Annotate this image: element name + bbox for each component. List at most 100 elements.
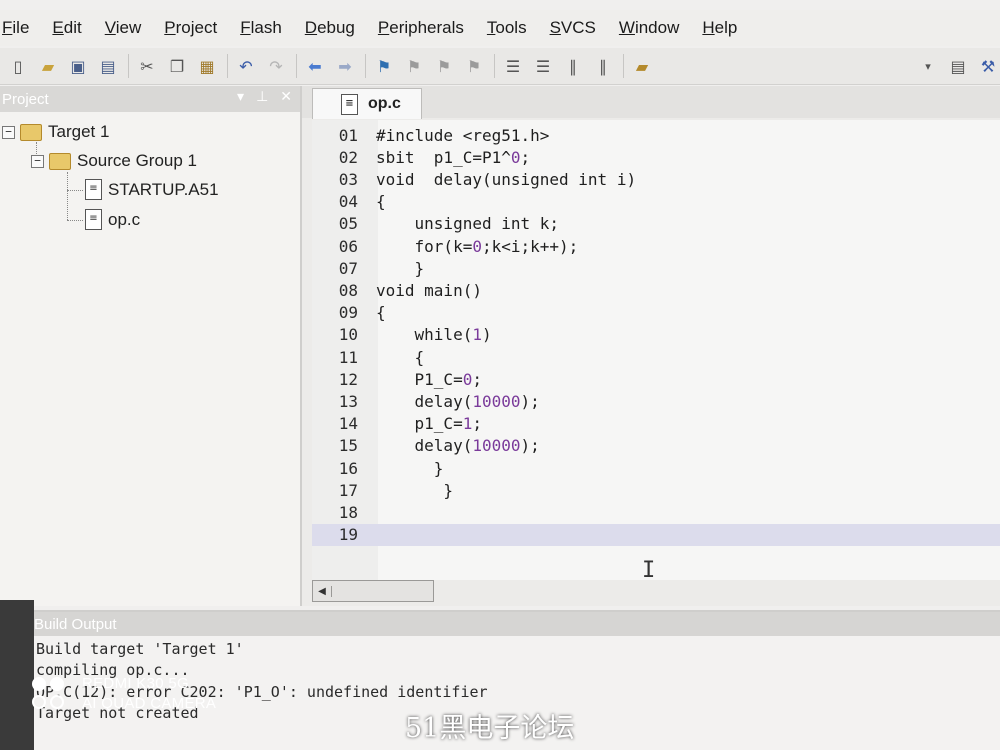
save-all-icon[interactable]: ▤	[96, 55, 120, 77]
line-number: 12	[338, 369, 358, 389]
code-line[interactable]: 02 sbit p1_C=P1^0;	[312, 146, 1000, 168]
bookmark-clear-icon[interactable]: ⚑	[462, 55, 486, 77]
code-text: p1_C=1;	[376, 414, 482, 434]
code-text: }	[376, 480, 454, 500]
code-line[interactable]: 14 p1_C=1;	[312, 413, 1000, 435]
code-editor[interactable]: 01 #include <reg51.h> 02 sbit p1_C=P1^0; 03 v…	[312, 120, 1000, 583]
menu-peripherals[interactable]: Peripherals	[378, 18, 464, 38]
text-cursor-icon: I	[642, 558, 656, 583]
code-text: delay(10000);	[376, 436, 540, 456]
code-text: void main()	[376, 280, 482, 300]
horizontal-scrollbar[interactable]: ◀	[312, 580, 434, 602]
tools-icon[interactable]: ⚒	[976, 55, 1000, 77]
code-line[interactable]: 18	[312, 501, 1000, 523]
comment-icon[interactable]: ∥	[561, 55, 585, 77]
code-line[interactable]: 10 while(1)	[312, 324, 1000, 346]
chevron-down-icon[interactable]: ▾	[237, 89, 244, 105]
line-number: 13	[338, 391, 358, 411]
menu-project[interactable]: Project	[164, 18, 217, 38]
toolbar-separator	[494, 54, 495, 78]
group-folder-icon	[49, 152, 71, 170]
tree-item-label: op.c	[108, 209, 141, 229]
line-number: 16	[338, 458, 358, 478]
code-line[interactable]: 11 {	[312, 346, 1000, 368]
cut-icon[interactable]: ✂	[135, 55, 159, 77]
ide-window: File Edit View Project Flash Debug Perip…	[0, 0, 1000, 750]
file-icon: ≡	[85, 179, 102, 200]
code-line[interactable]: 01 #include <reg51.h>	[312, 124, 1000, 146]
close-icon[interactable]: ✕	[280, 89, 292, 105]
code-line[interactable]: 09 {	[312, 302, 1000, 324]
code-line[interactable]: 08 void main()	[312, 279, 1000, 301]
collapse-icon[interactable]: −	[31, 154, 44, 168]
open-folder-icon[interactable]: ▰	[36, 55, 60, 77]
menu-tools[interactable]: Tools	[487, 18, 527, 38]
unindent-icon[interactable]: ☰	[531, 55, 555, 77]
code-line[interactable]: 12 P1_C=0;	[312, 368, 1000, 390]
tree-item-source-group[interactable]: − Source Group 1	[31, 151, 197, 171]
menu-view[interactable]: View	[105, 18, 142, 38]
tree-item-target[interactable]: − Target 1	[2, 122, 109, 142]
paste-icon[interactable]: ▦	[195, 55, 219, 77]
menu-help[interactable]: Help	[702, 18, 737, 38]
target-folder-icon	[20, 123, 42, 141]
collapse-icon[interactable]: −	[2, 125, 15, 139]
menu-edit[interactable]: Edit	[52, 18, 81, 38]
target-options-icon[interactable]: ▤	[946, 55, 970, 77]
file-icon: ≡	[341, 93, 358, 115]
line-number: 10	[338, 325, 358, 345]
undo-icon[interactable]: ↶	[234, 55, 258, 77]
bookmark-icon[interactable]: ⚑	[372, 55, 396, 77]
code-line[interactable]: 15 delay(10000);	[312, 435, 1000, 457]
menu-debug[interactable]: Debug	[305, 18, 355, 38]
code-text: while(1)	[376, 325, 492, 345]
tree-item-startup-file[interactable]: ≡ STARTUP.A51	[85, 179, 219, 200]
line-number: 11	[338, 347, 358, 367]
code-line[interactable]: 06 for(k=0;k<i;k++);	[312, 235, 1000, 257]
code-line[interactable]: 07 }	[312, 257, 1000, 279]
menu-file[interactable]: File	[2, 18, 29, 38]
scroll-left-icon[interactable]: ◀	[313, 585, 332, 597]
menu-svcs[interactable]: SVCS	[550, 18, 596, 38]
bookmark-next-icon[interactable]: ⚑	[432, 55, 456, 77]
menu-window[interactable]: Window	[619, 18, 679, 38]
line-number: 08	[338, 280, 358, 300]
line-number: 01	[338, 125, 358, 145]
code-text: delay(10000);	[376, 391, 540, 411]
menu-bar: File Edit View Project Flash Debug Perip…	[0, 10, 1000, 46]
build-output-line: Build target 'Target 1'	[36, 640, 244, 658]
tab-op-c[interactable]: ≡ op.c	[312, 88, 422, 119]
menu-flash[interactable]: Flash	[240, 18, 282, 38]
line-number: 06	[338, 236, 358, 256]
code-line[interactable]: 17 }	[312, 479, 1000, 501]
code-line[interactable]: 05 unsigned int k;	[312, 213, 1000, 235]
toolbar-separator	[227, 54, 228, 78]
editor-area: ≡ op.c 01 #include <reg51.h> 02 sbit p1_C=P…	[302, 86, 1000, 606]
save-icon[interactable]: ▣	[66, 55, 90, 77]
code-line[interactable]: 16 }	[312, 457, 1000, 479]
line-number: 07	[338, 258, 358, 278]
uncomment-icon[interactable]: ∥	[591, 55, 615, 77]
new-file-icon[interactable]: ▯	[6, 55, 30, 77]
code-line[interactable]: 03 void delay(unsigned int i)	[312, 168, 1000, 190]
nav-forward-icon[interactable]: ➡	[333, 55, 357, 77]
pin-icon[interactable]: ⊥	[256, 89, 268, 105]
tree-item-label: STARTUP.A51	[108, 179, 219, 199]
code-text: sbit p1_C=P1^0;	[376, 147, 531, 167]
tree-item-opc-file[interactable]: ≡ op.c	[85, 209, 140, 230]
copy-icon[interactable]: ❐	[165, 55, 189, 77]
line-number: 04	[338, 192, 358, 212]
code-line[interactable]: 19	[312, 523, 1000, 546]
indent-icon[interactable]: ☰	[501, 55, 525, 77]
code-line[interactable]: 04 {	[312, 191, 1000, 213]
code-line[interactable]: 13 delay(10000);	[312, 390, 1000, 412]
find-in-files-icon[interactable]: ▰	[630, 55, 654, 77]
toolbar-separator	[365, 54, 366, 78]
dropdown-arrow-icon[interactable]: ▾	[916, 55, 940, 77]
bookmark-prev-icon[interactable]: ⚑	[402, 55, 426, 77]
build-output-header: Build Output	[30, 612, 1000, 636]
code-text: for(k=0;k<i;k++);	[376, 236, 579, 256]
nav-back-icon[interactable]: ⬅	[303, 55, 327, 77]
line-number: 14	[338, 414, 358, 434]
redo-icon[interactable]: ↷	[264, 55, 288, 77]
